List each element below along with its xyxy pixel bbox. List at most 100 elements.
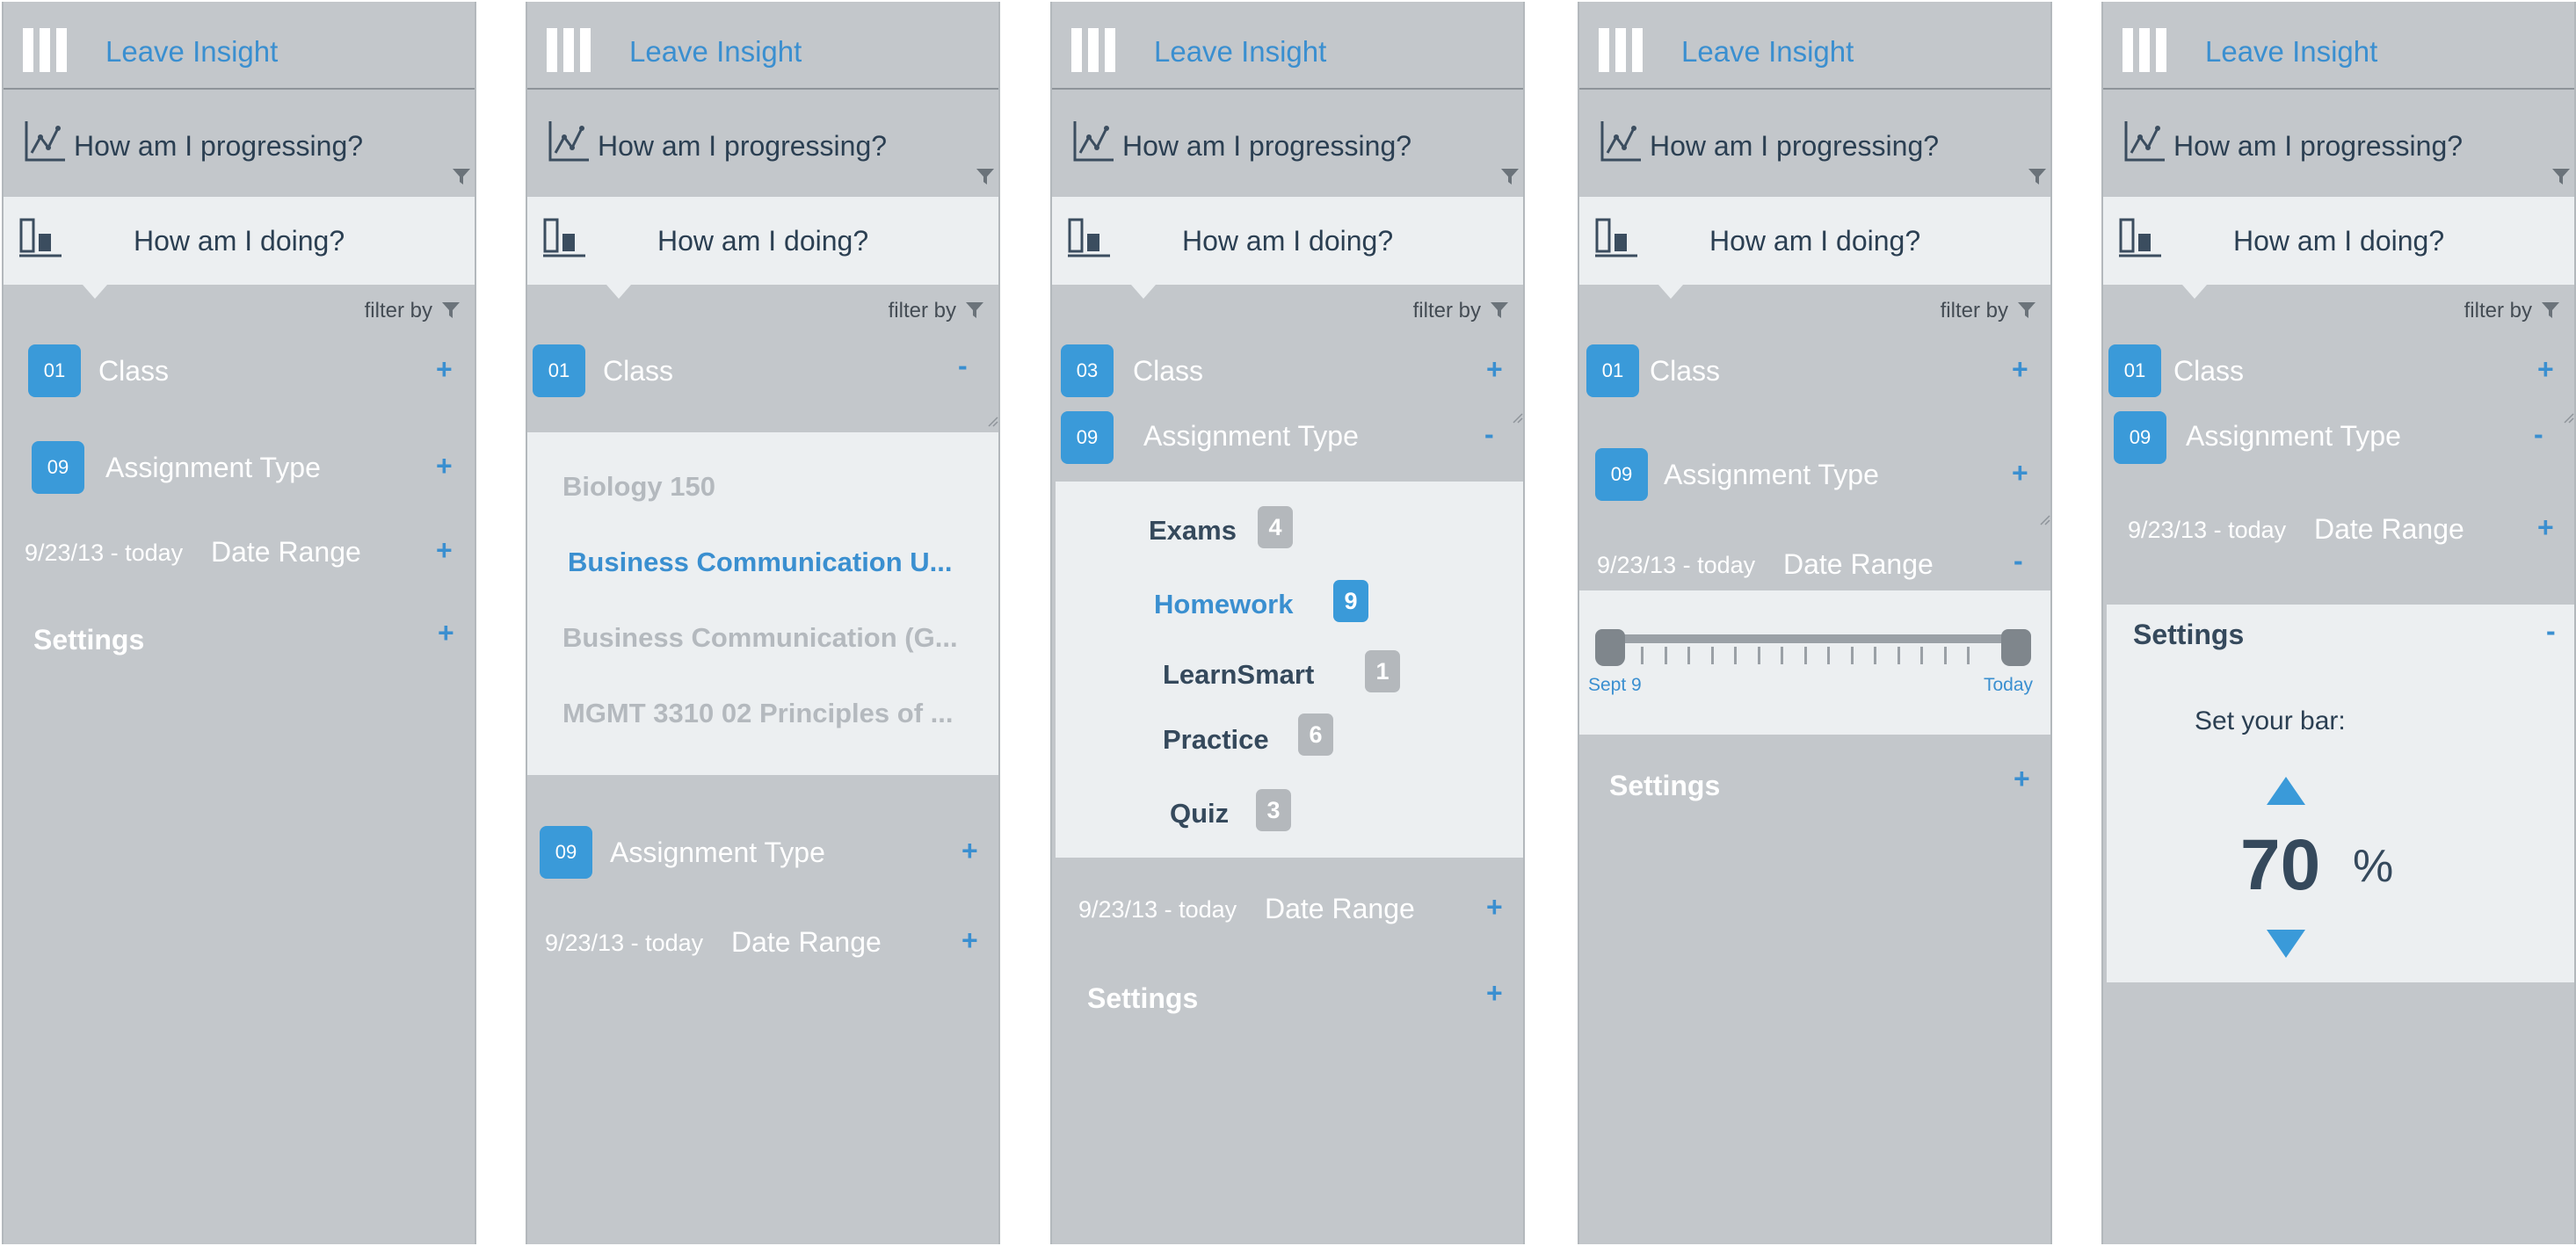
arrow-up-icon[interactable] [2267,777,2305,805]
menu-bars-icon[interactable] [2122,28,2166,72]
settings-row[interactable]: Settings + [1579,763,2050,815]
doing-tab[interactable]: How am I doing? [2103,197,2574,285]
class-option-selected[interactable]: Business Communication U... [568,547,953,578]
date-range-slider-panel: Sept 9 Today [1579,590,2050,735]
doing-tab[interactable]: How am I doing? [527,197,998,285]
filter-funnel-icon[interactable] [441,301,461,320]
date-range-track[interactable] [1606,634,2006,643]
end-date-handle[interactable] [2001,629,2031,666]
expand-toggle[interactable]: + [961,924,978,957]
menu-bars-icon[interactable] [1599,28,1643,72]
brand-link[interactable]: Leave Insight [2205,35,2377,69]
assignment-type-option[interactable]: Practice [1163,724,1269,756]
start-date-handle[interactable] [1595,629,1625,666]
settings-row[interactable]: Settings + [1052,977,1523,1030]
filter-funnel-icon[interactable] [2551,167,2571,186]
expand-toggle[interactable]: + [2537,511,2554,544]
bar-chart-icon [1595,218,1637,257]
expand-toggle[interactable]: + [438,617,454,649]
assignment-type-option[interactable]: LearnSmart [1163,659,1314,691]
expand-toggle[interactable]: + [2012,353,2028,386]
filter-funnel-icon[interactable] [1500,167,1520,186]
assignment-type-option[interactable]: Exams [1149,515,1237,547]
progressing-tab[interactable]: How am I progressing? [2103,98,2574,195]
resize-grip-icon[interactable] [2036,511,2050,525]
filter-by-label: filter by [888,299,956,322]
assignment-type-filter-row[interactable]: 09 Assignment Type + [527,826,998,879]
assignment-type-filter-row[interactable]: 09 Assignment Type + [4,441,475,494]
collapse-toggle[interactable]: - [2014,545,2023,577]
resize-grip-icon[interactable] [2560,409,2574,424]
brand-link[interactable]: Leave Insight [105,35,278,69]
date-range-value: 9/23/13 - today [2128,517,2287,543]
filter-funnel-icon[interactable] [965,301,984,320]
progressing-tab[interactable]: How am I progressing? [1579,98,2050,195]
class-option[interactable]: Business Communication (G... [562,622,958,654]
expand-toggle[interactable]: + [2537,353,2554,386]
collapse-toggle[interactable]: - [2534,418,2543,451]
expand-toggle[interactable]: + [436,534,453,567]
resize-grip-icon[interactable] [984,413,998,427]
assignment-type-filter-row[interactable]: 09 Assignment Type - [1052,411,1523,464]
arrow-down-icon[interactable] [2267,930,2305,958]
bar-chart-icon [2119,218,2161,257]
date-range-filter-row[interactable]: 9/23/13 - today Date Range + [2103,504,2574,557]
settings-row[interactable]: Settings + [4,617,475,670]
filter-funnel-icon[interactable] [452,167,471,186]
filter-funnel-icon[interactable] [2028,167,2047,186]
brand-link[interactable]: Leave Insight [629,35,802,69]
expand-toggle[interactable]: + [2012,457,2028,489]
expand-toggle[interactable]: + [436,353,453,386]
class-count-badge: 01 [28,344,81,397]
class-option[interactable]: MGMT 3310 02 Principles of ... [562,698,953,729]
expand-toggle[interactable]: + [1486,353,1503,386]
collapse-toggle[interactable]: - [2546,615,2556,648]
filter-by: filter by [365,299,461,323]
assignment-type-option-selected[interactable]: Homework [1154,589,1293,620]
doing-tab[interactable]: How am I doing? [4,197,475,285]
date-range-filter-row[interactable]: 9/23/13 - today Date Range + [1052,884,1523,937]
progressing-tab[interactable]: How am I progressing? [527,98,998,195]
slider-tick [1897,647,1900,664]
slider-tick [1874,647,1876,664]
class-filter-row[interactable]: 01 Class - [527,344,998,397]
class-filter-row[interactable]: 03 Class + [1052,344,1523,397]
filter-funnel-icon[interactable] [2017,301,2036,320]
filter-funnel-icon[interactable] [2541,301,2560,320]
date-range-filter-row[interactable]: 9/23/13 - today Date Range + [527,917,998,970]
active-tab-caret [83,285,107,299]
slider-start-label: Sept 9 [1588,675,1642,695]
slider-tick [1967,647,1970,664]
class-filter-row[interactable]: 01 Class + [4,344,475,397]
filter-by-label: filter by [2464,299,2532,322]
class-filter-row[interactable]: 01 Class + [1579,344,2050,397]
progressing-tab[interactable]: How am I progressing? [1052,98,1523,195]
menu-bars-icon[interactable] [1071,28,1115,72]
collapse-toggle[interactable]: - [1484,418,1494,451]
menu-bars-icon[interactable] [23,28,67,72]
collapse-toggle[interactable]: - [958,350,968,382]
expand-toggle[interactable]: + [1486,977,1503,1010]
menu-bars-icon[interactable] [547,28,591,72]
line-chart-icon [548,121,589,162]
doing-tab[interactable]: How am I doing? [1052,197,1523,285]
class-option[interactable]: Biology 150 [562,471,715,503]
brand-link[interactable]: Leave Insight [1154,35,1326,69]
brand-link[interactable]: Leave Insight [1681,35,1854,69]
assignment-type-filter-row[interactable]: 09 Assignment Type - [2103,411,2574,464]
class-filter-row[interactable]: 01 Class + [2103,344,2574,397]
doing-tab[interactable]: How am I doing? [1579,197,2050,285]
assignment-type-option[interactable]: Quiz [1170,798,1229,829]
filter-funnel-icon[interactable] [1490,301,1509,320]
expand-toggle[interactable]: + [436,450,453,482]
expand-toggle[interactable]: + [2014,763,2030,795]
resize-grip-icon[interactable] [1509,409,1523,424]
active-tab-caret [1658,285,1683,299]
assignment-type-filter-row[interactable]: 09 Assignment Type + [1579,448,2050,501]
expand-toggle[interactable]: + [1486,891,1503,924]
expand-toggle[interactable]: + [961,835,978,867]
date-range-filter-row[interactable]: 9/23/13 - today Date Range - [1579,540,2050,592]
date-range-filter-row[interactable]: 9/23/13 - today Date Range + [4,529,475,582]
progressing-tab[interactable]: How am I progressing? [4,98,475,195]
filter-funnel-icon[interactable] [976,167,995,186]
